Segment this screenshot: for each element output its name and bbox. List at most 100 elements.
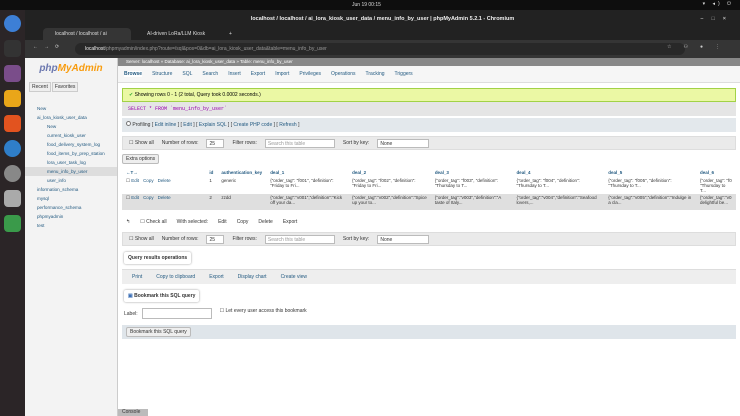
- tree-item[interactable]: New: [25, 104, 117, 113]
- rows-select[interactable]: 25: [206, 138, 225, 148]
- edit-row[interactable]: Edit: [131, 178, 139, 183]
- tab-kiosk[interactable]: AI-driven LoRa/LLM Kiosk: [135, 28, 223, 40]
- bulk-edit-button[interactable]: Edit: [218, 219, 227, 225]
- settings-icon[interactable]: [4, 165, 21, 182]
- share-checkbox[interactable]: ☐ Let every user access this bookmark: [220, 308, 307, 314]
- tree-item[interactable]: user_info: [25, 176, 117, 185]
- system-tray[interactable]: ▾ ◂) ⏻: [703, 1, 734, 7]
- edit-row[interactable]: Edit: [131, 195, 139, 200]
- tab-privileges[interactable]: Privileges: [299, 71, 321, 77]
- copy-row[interactable]: Copy: [143, 178, 154, 183]
- bulk-export-button[interactable]: Export: [283, 219, 297, 225]
- col-deal-4[interactable]: deal_4: [512, 168, 605, 177]
- cell[interactable]: 1: [205, 177, 218, 194]
- col-id[interactable]: id: [205, 168, 218, 177]
- tree-item[interactable]: test: [25, 221, 117, 230]
- tab-phpmyadmin[interactable]: localhost / localhost / ai: [43, 28, 131, 40]
- tab-triggers[interactable]: Triggers: [395, 71, 413, 77]
- create-view-button[interactable]: Create view: [281, 274, 307, 280]
- col-authentication-key[interactable]: authentication_key: [217, 168, 267, 177]
- col-deal-5[interactable]: deal_5: [604, 168, 696, 177]
- url-input[interactable]: localhost/phpmyadmin/index.php?route=/sq…: [75, 43, 685, 55]
- toolbar-icons[interactable]: ☆⚇●⋮: [667, 44, 732, 50]
- cell[interactable]: {"order_tag":"v004","definition":"Seafoo…: [512, 194, 605, 210]
- explain-sql-link[interactable]: Explain SQL: [199, 122, 227, 128]
- tree-item[interactable]: New: [25, 122, 117, 131]
- copy-row[interactable]: Copy: [143, 195, 154, 200]
- col-deal-2[interactable]: deal_2: [348, 168, 431, 177]
- tab-import[interactable]: Import: [275, 71, 289, 77]
- cell[interactable]: {"order_tag": "f002", "definition": "Fri…: [348, 177, 431, 194]
- trash-icon[interactable]: [4, 215, 21, 232]
- profiling-checkbox[interactable]: [126, 121, 131, 126]
- display-chart-button[interactable]: Display chart: [238, 274, 267, 280]
- cell[interactable]: 2: [205, 194, 218, 210]
- create-php-link[interactable]: Create PHP code: [233, 122, 272, 128]
- cell[interactable]: {"order_tag":"v003","definition":"A tast…: [430, 194, 513, 210]
- cell[interactable]: {"order_tag":"v001","definition":"Kick o…: [266, 194, 349, 210]
- tree-item[interactable]: food_items_by_prep_station: [25, 149, 117, 158]
- tree-item[interactable]: mysql: [25, 194, 117, 203]
- tab-browse[interactable]: Browse: [124, 71, 143, 77]
- filter-input[interactable]: Search this table: [264, 138, 335, 148]
- files-icon[interactable]: [4, 65, 21, 82]
- filter-input[interactable]: Search this table: [264, 234, 335, 244]
- cell[interactable]: generic: [217, 177, 267, 194]
- cell[interactable]: {"order_tag": "f001", "definition": "Fri…: [266, 177, 349, 194]
- copy-clipboard-button[interactable]: Copy to clipboard: [156, 274, 195, 280]
- bulk-copy-button[interactable]: Copy: [237, 219, 249, 225]
- tree-item[interactable]: information_schema: [25, 185, 117, 194]
- cell[interactable]: {"order_tag":"v0 delightful be...: [695, 194, 736, 210]
- nav-buttons[interactable]: ←→⟳: [33, 44, 65, 50]
- cell[interactable]: zzdd: [217, 194, 267, 210]
- cell[interactable]: {"order_tag": "f005", "definition": "Thu…: [604, 177, 696, 194]
- breadcrumb-server[interactable]: Server: localhost: [126, 59, 160, 64]
- console-toggle[interactable]: Console: [118, 409, 148, 416]
- cell[interactable]: {"order_tag":"v002","definition":"Spice …: [348, 194, 431, 210]
- window-controls[interactable]: –□×: [700, 10, 734, 28]
- col-deal-3[interactable]: deal_3: [430, 168, 513, 177]
- new-tab-button[interactable]: +: [225, 28, 232, 40]
- chromium-icon[interactable]: [4, 15, 21, 32]
- check-all[interactable]: ☐ Check all: [140, 219, 166, 225]
- column-controls[interactable]: ←T→: [122, 168, 206, 177]
- delete-row[interactable]: Delete: [158, 178, 171, 183]
- bookmark-submit-button[interactable]: Bookmark this SQL query: [126, 327, 191, 337]
- terminal-icon[interactable]: [4, 40, 21, 57]
- tab-structure[interactable]: Structure: [152, 71, 172, 77]
- app-store-icon[interactable]: [4, 115, 21, 132]
- delete-row[interactable]: Delete: [158, 195, 171, 200]
- tree-item[interactable]: ai_lora_kiosk_user_data: [25, 113, 117, 122]
- cell[interactable]: {"order_tag": "f004", "definition": "Thu…: [512, 177, 605, 194]
- rows-select[interactable]: 25: [206, 234, 225, 244]
- tree-item[interactable]: performance_schema: [25, 203, 117, 212]
- col-deal-6[interactable]: deal_6: [695, 168, 736, 177]
- pma-logo[interactable]: phpMyAdmin: [25, 63, 117, 74]
- bookmark-label-input[interactable]: [141, 308, 212, 319]
- tab-sql[interactable]: SQL: [182, 71, 192, 77]
- help-icon[interactable]: [4, 140, 21, 157]
- breadcrumb-table[interactable]: Table: menu_info_by_user: [240, 59, 293, 64]
- tab-search[interactable]: Search: [202, 71, 218, 77]
- edit-inline-link[interactable]: Edit inline: [155, 122, 177, 128]
- tree-item[interactable]: lora_user_task_log: [25, 158, 117, 167]
- show-all-checkbox[interactable]: ☐ Show all: [129, 236, 154, 242]
- tab-insert[interactable]: Insert: [228, 71, 241, 77]
- cell[interactable]: {"order_tag": "f0 "Thursday to T...: [695, 177, 736, 194]
- refresh-link[interactable]: Refresh: [279, 122, 297, 128]
- export-button[interactable]: Export: [209, 274, 223, 280]
- tree-item[interactable]: food_delivery_system_log: [25, 140, 117, 149]
- tree-item-selected[interactable]: menu_info_by_user: [25, 167, 117, 176]
- bulk-delete-button[interactable]: Delete: [258, 219, 272, 225]
- drive-icon[interactable]: [4, 190, 21, 207]
- cell[interactable]: {"order_tag":"v005","definition":"Indulg…: [604, 194, 696, 210]
- sort-select[interactable]: None: [377, 234, 430, 244]
- sort-select[interactable]: None: [377, 138, 430, 148]
- tab-export[interactable]: Export: [251, 71, 265, 77]
- col-deal-1[interactable]: deal_1: [266, 168, 349, 177]
- tab-operations[interactable]: Operations: [331, 71, 355, 77]
- tree-item[interactable]: current_kiosk_user: [25, 131, 117, 140]
- extra-options-button[interactable]: Extra options: [122, 154, 160, 164]
- favorites-tab[interactable]: Favorites: [51, 82, 79, 92]
- tree-item[interactable]: phpmyadmin: [25, 212, 117, 221]
